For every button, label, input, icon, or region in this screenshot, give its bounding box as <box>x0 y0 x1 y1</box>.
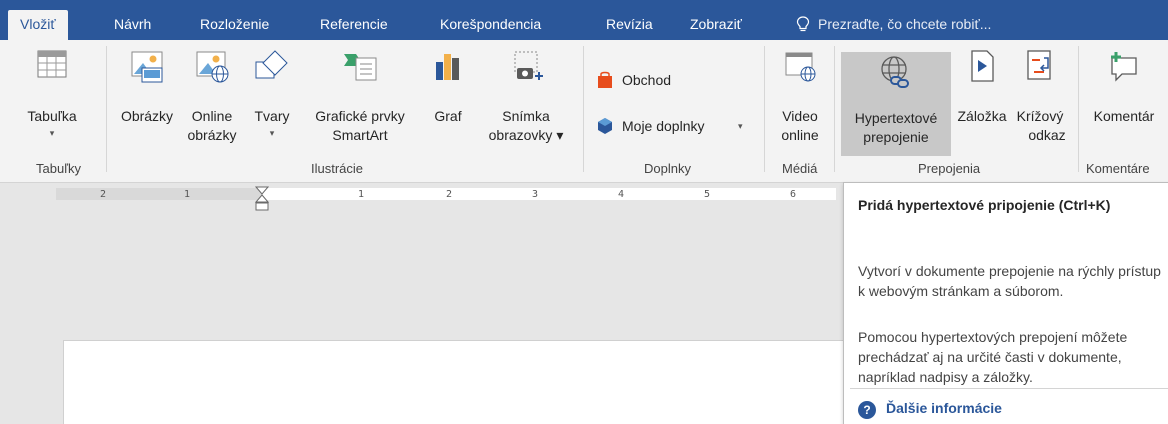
ruler-tick: 2 <box>446 189 453 200</box>
tooltip-details: Pomocou hypertextových prepojení môžete … <box>858 329 1128 385</box>
group-divider <box>834 46 835 172</box>
ruler-tick: 5 <box>704 189 711 200</box>
ruler-tick: 6 <box>790 189 797 200</box>
store-bag-icon <box>598 71 612 88</box>
hyperlink-globe-icon <box>881 56 909 88</box>
ruler-tick: 2 <box>100 189 107 200</box>
online-video-icon <box>785 52 816 82</box>
chevron-down-icon: ▾ <box>269 128 275 138</box>
tab-references[interactable]: Referencie <box>320 10 388 40</box>
pictures-button[interactable]: Obrázky <box>114 48 180 126</box>
tab-layout[interactable]: Rozloženie <box>200 10 269 40</box>
my-addins-button[interactable]: Moje doplnky ▾ <box>596 114 756 138</box>
tab-insert[interactable]: Vložiť <box>8 10 68 40</box>
help-icon: ? <box>858 401 876 419</box>
group-label-links: Prepojenia <box>918 161 981 176</box>
addins-cube-icon <box>598 118 612 134</box>
ruler-tick: 1 <box>358 189 365 200</box>
chevron-down-icon: ▾ <box>738 121 743 131</box>
chevron-down-icon: ▾ <box>49 128 55 138</box>
group-divider <box>1078 46 1079 172</box>
pictures-icon <box>131 51 163 83</box>
online-pictures-button[interactable]: Online obrázky <box>182 48 242 145</box>
group-label-media: Médiá <box>782 161 818 176</box>
hyperlink-button[interactable]: Hypertextové prepojenie <box>841 52 951 156</box>
group-label-comments: Komentáre <box>1086 161 1150 176</box>
tooltip-divider <box>850 388 1168 389</box>
smartart-button[interactable]: Grafické prvky SmartArt <box>308 48 412 145</box>
online-pictures-icon <box>196 51 229 83</box>
online-video-button[interactable]: Video online <box>772 48 828 145</box>
group-label-tables: Tabuľky <box>36 161 81 176</box>
comment-icon <box>1111 52 1137 82</box>
ribbon: Tabuľka ▾ Tabuľky Obrázky Online obrázky <box>0 40 1168 183</box>
smartart-icon <box>344 54 377 81</box>
cross-reference-icon <box>1027 50 1051 80</box>
comment-button[interactable]: Komentár <box>1086 48 1162 126</box>
screenshot-button[interactable]: Snímka obrazovky ▾ <box>480 48 572 145</box>
chart-button[interactable]: Graf <box>424 48 472 126</box>
ruler-tick: 1 <box>184 189 191 200</box>
chart-icon <box>436 54 459 80</box>
table-icon <box>37 50 67 78</box>
tab-design[interactable]: Návrh <box>114 10 151 40</box>
table-button[interactable]: Tabuľka ▾ <box>26 48 78 140</box>
tooltip-title: Pridá hypertextové pripojenie (Ctrl+K) <box>858 197 1111 213</box>
group-divider <box>583 46 584 172</box>
tab-mailings[interactable]: Korešpondencia <box>440 10 541 40</box>
tab-review[interactable]: Revízia <box>606 10 653 40</box>
screenshot-icon <box>514 51 543 80</box>
ruler-text-area <box>262 188 836 200</box>
ruler-margin-left <box>56 188 262 200</box>
cross-reference-button[interactable]: Krížový odkaz <box>1012 48 1068 145</box>
indent-marker[interactable] <box>255 186 269 212</box>
shapes-button[interactable]: Tvary ▾ <box>250 48 294 140</box>
ribbon-tab-bar: Vložiť Návrh Rozloženie Referencie Koreš… <box>0 0 1168 40</box>
screenshot-label: obrazovky ▾ <box>488 127 564 143</box>
lightbulb-icon <box>796 16 810 32</box>
tab-view[interactable]: Zobraziť <box>690 10 742 40</box>
bookmark-icon <box>971 50 994 82</box>
ruler-tick: 3 <box>532 189 539 200</box>
group-divider <box>764 46 765 172</box>
ruler-tick: 4 <box>618 189 625 200</box>
group-label-illustrations: Ilustrácie <box>311 161 364 176</box>
shapes-icon <box>255 50 288 79</box>
document-page[interactable] <box>63 340 863 424</box>
group-divider <box>106 46 107 172</box>
bookmark-button[interactable]: Záložka <box>952 48 1012 126</box>
tell-me-text: Prezraďte, čo chcete robiť... <box>818 16 992 32</box>
group-label-addins: Doplnky <box>644 161 691 176</box>
tooltip-description: Vytvorí v dokumente prepojenie na rýchly… <box>858 263 1161 299</box>
hyperlink-tooltip: Pridá hypertextové pripojenie (Ctrl+K) V… <box>843 182 1168 424</box>
